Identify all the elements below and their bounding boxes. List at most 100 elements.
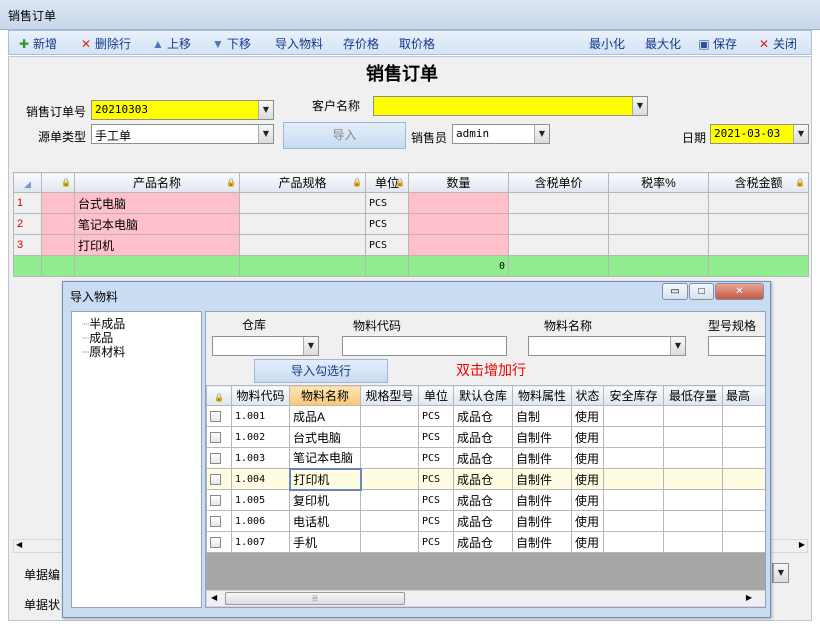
table-cell[interactable] (722, 426, 765, 448)
product-name-cell[interactable]: 笔记本电脑 (74, 213, 240, 235)
table-cell[interactable] (603, 489, 664, 511)
table-cell[interactable]: 使用 (571, 468, 604, 490)
table-cell[interactable] (360, 510, 419, 532)
checkbox-icon[interactable] (210, 495, 221, 507)
table-cell[interactable]: 自制件 (512, 531, 572, 553)
table-cell[interactable]: 使用 (571, 405, 604, 427)
table-cell[interactable]: 手机 (289, 531, 361, 553)
import-selected-button[interactable]: 导入勾选行 (254, 359, 388, 383)
tax-cell[interactable] (608, 192, 709, 214)
column-header[interactable]: 安全库存 (603, 385, 664, 406)
table-cell[interactable]: 台式电脑 (289, 426, 361, 448)
source-type-select[interactable]: 手工单 ▼ (91, 124, 274, 144)
chevron-down-icon[interactable]: ▼ (773, 564, 788, 582)
table-row[interactable]: 1.006 电话机 PCS 成品仓 自制件 使用 (206, 510, 765, 532)
unit-cell[interactable]: PCS (365, 192, 409, 214)
table-cell[interactable]: 成品A (289, 405, 361, 427)
table-cell[interactable]: PCS (418, 447, 454, 469)
product-spec-cell[interactable] (239, 234, 366, 256)
table-cell[interactable]: PCS (418, 510, 454, 532)
salesperson-select[interactable]: admin ▼ (452, 124, 550, 144)
table-cell[interactable]: PCS (418, 468, 454, 490)
table-cell[interactable]: PCS (418, 426, 454, 448)
checkbox-icon[interactable] (210, 474, 221, 486)
table-cell[interactable]: 1.003 (231, 447, 290, 469)
name-select[interactable]: ▼ (528, 336, 686, 356)
table-row[interactable]: 1.002 台式电脑 PCS 成品仓 自制件 使用 (206, 426, 765, 448)
row-number[interactable]: 2 (13, 213, 42, 235)
chevron-down-icon[interactable]: ▼ (303, 337, 318, 355)
table-cell[interactable]: 打印机 (288, 467, 362, 491)
table-cell[interactable] (603, 426, 664, 448)
table-cell[interactable] (722, 531, 765, 553)
table-row[interactable]: 1.007 手机 PCS 成品仓 自制件 使用 (206, 531, 765, 553)
scroll-thumb[interactable]: ⦙⦙⦙ (225, 592, 405, 605)
row-checkbox[interactable] (206, 531, 232, 553)
column-header[interactable]: 单位 🔒 (365, 172, 409, 193)
table-cell[interactable] (360, 468, 419, 490)
table-cell[interactable]: 自制 (512, 405, 572, 427)
column-header[interactable]: 产品规格 🔒 (239, 172, 366, 193)
scroll-right-icon[interactable]: ▶ (746, 593, 752, 602)
qty-cell[interactable] (408, 192, 509, 214)
table-cell[interactable] (603, 468, 664, 490)
table-cell[interactable]: PCS (418, 405, 454, 427)
bottom-select[interactable]: ▼ (772, 563, 789, 583)
table-cell[interactable]: PCS (418, 531, 454, 553)
table-row-selected[interactable]: 1.004 打印机 PCS 成品仓 自制件 使用 (206, 467, 765, 491)
column-header[interactable]: 规格型号 (360, 385, 419, 406)
column-header[interactable]: 最高 (722, 385, 765, 406)
column-header[interactable]: 单位 (418, 385, 454, 406)
table-cell[interactable]: 使用 (571, 531, 604, 553)
row-checkbox[interactable] (206, 468, 232, 490)
table-cell[interactable] (603, 447, 664, 469)
table-cell[interactable]: 自制件 (512, 489, 572, 511)
amount-cell[interactable] (708, 213, 809, 235)
dialog-maximize-button[interactable]: □ (689, 283, 714, 300)
checkbox-icon[interactable] (210, 453, 221, 465)
column-header-active[interactable]: 物料名称 (289, 385, 361, 406)
column-header[interactable]: 产品名称 🔒 (74, 172, 240, 193)
tax-cell[interactable] (608, 234, 709, 256)
chevron-down-icon[interactable]: ▼ (534, 125, 549, 143)
table-cell[interactable] (603, 531, 664, 553)
table-cell[interactable]: 1.002 (231, 426, 290, 448)
price-cell[interactable] (508, 192, 609, 214)
warehouse-select[interactable]: ▼ (212, 336, 319, 356)
table-cell[interactable]: 使用 (571, 426, 604, 448)
table-cell[interactable] (360, 447, 419, 469)
delete-row-button[interactable]: ✕ 删除行 (79, 35, 131, 52)
table-cell[interactable] (663, 468, 723, 490)
spec-input[interactable] (708, 336, 765, 356)
table-cell[interactable]: 自制件 (512, 468, 572, 490)
row-checkbox[interactable] (206, 447, 232, 469)
amount-cell[interactable] (708, 234, 809, 256)
table-row[interactable]: 1 台式电脑 PCS (13, 192, 809, 214)
price-cell[interactable] (508, 234, 609, 256)
table-cell[interactable] (41, 192, 75, 214)
import-material-button[interactable]: 导入物料 (275, 35, 323, 52)
scroll-left-icon[interactable]: ◀ (16, 540, 22, 549)
checkbox-icon[interactable] (210, 516, 221, 528)
table-cell[interactable]: 笔记本电脑 (289, 447, 361, 469)
checkbox-icon[interactable] (210, 432, 221, 444)
row-checkbox[interactable] (206, 426, 232, 448)
table-cell[interactable] (663, 489, 723, 511)
table-cell[interactable]: 使用 (571, 447, 604, 469)
qty-cell[interactable] (408, 234, 509, 256)
dialog-minimize-button[interactable]: ▭ (662, 283, 688, 300)
table-cell[interactable]: 成品仓 (453, 447, 513, 469)
table-cell[interactable] (603, 405, 664, 427)
table-cell[interactable] (360, 426, 419, 448)
table-cell[interactable]: 成品仓 (453, 531, 513, 553)
scroll-right-icon[interactable]: ▶ (799, 540, 805, 549)
column-header[interactable]: 税率% (608, 172, 709, 193)
tree-item-raw-material[interactable]: ┈原材料 (82, 343, 125, 360)
table-cell[interactable]: 成品仓 (453, 426, 513, 448)
table-cell[interactable]: PCS (418, 489, 454, 511)
row-checkbox[interactable] (206, 510, 232, 532)
table-cell[interactable]: 自制件 (512, 447, 572, 469)
scroll-left-icon[interactable]: ◀ (211, 593, 217, 602)
table-cell[interactable]: 成品仓 (453, 489, 513, 511)
table-cell[interactable] (722, 489, 765, 511)
